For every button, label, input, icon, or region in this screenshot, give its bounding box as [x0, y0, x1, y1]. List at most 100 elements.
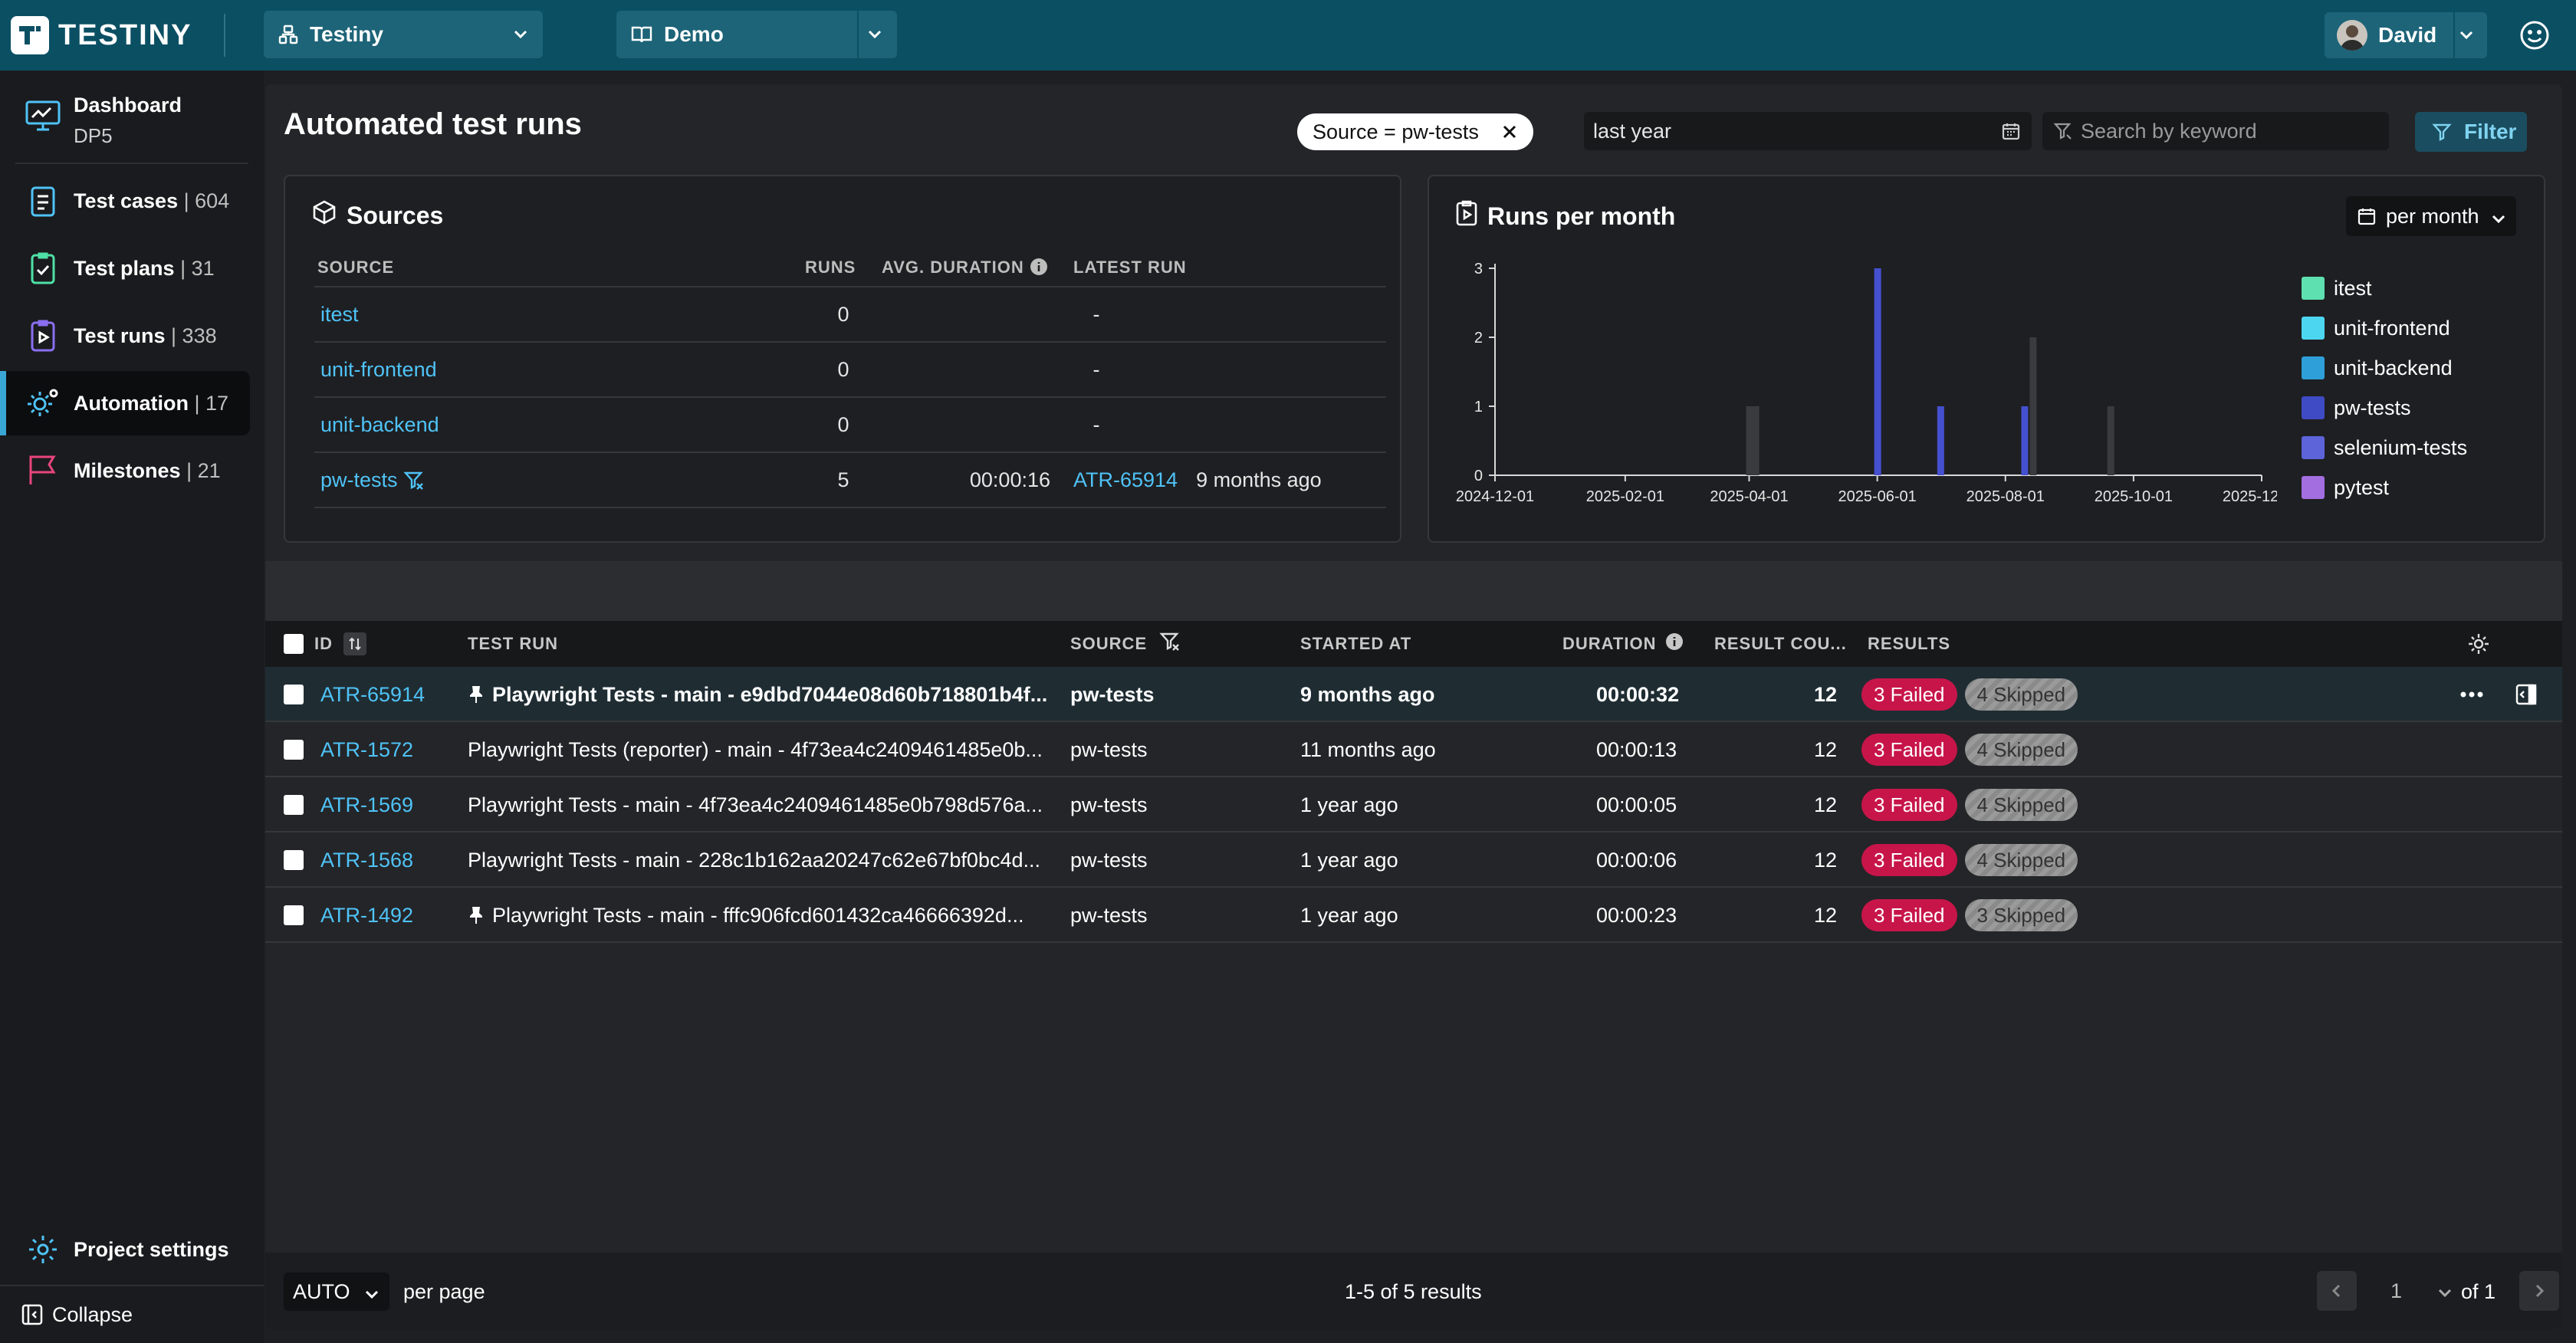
sidebar-item-test-cases[interactable]: Test cases | 604 — [0, 169, 250, 233]
chevron-down-icon — [2490, 209, 2507, 232]
run-id-link[interactable]: ATR-1492 — [320, 888, 413, 943]
run-id-link[interactable]: ATR-1569 — [320, 777, 413, 832]
table-settings-gear-icon[interactable] — [2467, 621, 2490, 667]
failed-badge[interactable]: 3 Failed — [1861, 844, 1957, 876]
logo[interactable]: TESTINY — [11, 15, 192, 55]
skipped-badge[interactable]: 3 Skipped — [1964, 899, 2078, 931]
skipped-badge[interactable]: 4 Skipped — [1964, 789, 2078, 821]
date-range-input[interactable]: last year — [1584, 112, 2032, 150]
source-link[interactable]: unit-frontend — [320, 358, 437, 381]
avatar — [2337, 20, 2367, 51]
chevron-down-icon[interactable] — [2456, 25, 2476, 51]
legend-item[interactable]: itest — [2302, 268, 2467, 308]
run-name[interactable]: Playwright Tests - main - e9dbd7044e08d6… — [492, 683, 1047, 707]
project-selector[interactable]: Demo — [616, 11, 897, 58]
table-row[interactable]: ATR-1568 Playwright Tests - main - 228c1b… — [265, 832, 2562, 888]
column-header-result-count[interactable]: RESULT COU... — [1714, 621, 1847, 667]
table-row[interactable]: ATR-1492 Playwright Tests - main - fffc90… — [265, 888, 2562, 943]
run-duration: 00:00:13 — [1596, 737, 1677, 761]
table-row[interactable]: ATR-1572 Playwright Tests (reporter) - ma… — [265, 722, 2562, 777]
column-header-started-at[interactable]: STARTED AT — [1300, 621, 1411, 667]
sidebar-item-test-runs[interactable]: Test runs | 338 — [0, 304, 250, 368]
runs-table-header: ID TEST RUN SOURCE STARTED AT DURATION R… — [265, 621, 2562, 667]
info-icon[interactable] — [1030, 258, 1048, 277]
next-page-button[interactable] — [2519, 1271, 2559, 1311]
row-checkbox[interactable] — [284, 905, 304, 925]
close-icon[interactable] — [1500, 122, 1520, 147]
failed-badge[interactable]: 3 Failed — [1861, 678, 1957, 711]
period-select[interactable]: per month — [2346, 196, 2516, 236]
column-header-duration[interactable]: DURATION — [1562, 634, 1656, 654]
previous-page-button[interactable] — [2317, 1271, 2357, 1311]
failed-badge[interactable]: 3 Failed — [1861, 734, 1957, 766]
latest-run-link[interactable]: ATR-65914 — [1073, 468, 1178, 492]
section-divider-band — [265, 561, 2562, 621]
row-checkbox[interactable] — [284, 740, 304, 760]
calendar-icon[interactable] — [2001, 121, 2021, 146]
sidebar-item-milestones[interactable]: Milestones | 21 — [0, 438, 250, 503]
legend-swatch — [2302, 277, 2325, 300]
select-all-checkbox[interactable] — [284, 634, 304, 654]
run-duration: 00:00:32 — [1596, 682, 1680, 706]
skipped-badge[interactable]: 4 Skipped — [1964, 734, 2078, 766]
legend-item[interactable]: unit-frontend — [2302, 308, 2467, 348]
testiny-logo-icon — [11, 16, 49, 54]
row-checkbox[interactable] — [284, 795, 304, 815]
column-header-source[interactable]: SOURCE — [1070, 634, 1147, 654]
per-page-select[interactable]: AUTO — [284, 1272, 389, 1311]
skipped-badge[interactable]: 4 Skipped — [1964, 678, 2078, 711]
run-id-link[interactable]: ATR-65914 — [320, 667, 425, 722]
per-page-value: AUTO — [293, 1279, 350, 1303]
user-menu[interactable]: David — [2325, 12, 2487, 58]
chart-bar — [1937, 406, 1944, 475]
sidebar-item-dashboard[interactable]: Dashboard DP5 — [0, 81, 250, 150]
filter-active-icon[interactable] — [403, 468, 425, 491]
table-row[interactable]: ATR-1569 Playwright Tests - main - 4f73ea… — [265, 777, 2562, 832]
filter-chip-source[interactable]: Source = pw-tests — [1297, 113, 1533, 150]
filter-button[interactable]: Filter — [2415, 112, 2527, 152]
legend-item[interactable]: pw-tests — [2302, 388, 2467, 428]
legend-item[interactable]: unit-backend — [2302, 348, 2467, 388]
row-checkbox[interactable] — [284, 685, 304, 704]
run-name[interactable]: Playwright Tests - main - 4f73ea4c240946… — [468, 793, 1043, 817]
sort-icon[interactable] — [343, 632, 366, 655]
y-tick-label: 3 — [1474, 261, 1483, 277]
table-row[interactable]: ATR-65914 Playwright Tests - main - e9dbd… — [265, 667, 2562, 722]
legend-item[interactable]: selenium-tests — [2302, 428, 2467, 468]
results-summary: 1-5 of 5 results — [1345, 1280, 1482, 1303]
collapse-sidebar-button[interactable]: Collapse — [0, 1288, 250, 1341]
source-avg-duration — [882, 397, 1073, 453]
source-link[interactable]: itest — [320, 303, 359, 326]
source-link[interactable]: pw-tests — [320, 468, 398, 491]
latest-run-link: - — [1092, 302, 1100, 326]
column-header-test-run[interactable]: TEST RUN — [468, 621, 558, 667]
legend-item[interactable]: pytest — [2302, 468, 2467, 507]
latest-run-link: - — [1092, 357, 1100, 381]
sidebar-item-test-plans[interactable]: Test plans | 31 — [0, 236, 250, 300]
row-checkbox[interactable] — [284, 850, 304, 870]
column-header-id[interactable]: ID — [314, 634, 333, 654]
run-name[interactable]: Playwright Tests - main - fffc906fcd6014… — [492, 904, 1024, 928]
info-icon[interactable] — [1665, 632, 1684, 655]
run-id-link[interactable]: ATR-1568 — [320, 832, 413, 888]
more-options-icon[interactable] — [2459, 667, 2484, 722]
page-select[interactable]: 1 — [2367, 1271, 2461, 1311]
chart-legend: itest unit-frontend unit-backend pw-tests se… — [2302, 268, 2467, 507]
skipped-badge[interactable]: 4 Skipped — [1964, 844, 2078, 876]
run-name[interactable]: Playwright Tests (reporter) - main - 4f7… — [468, 738, 1043, 762]
failed-badge[interactable]: 3 Failed — [1861, 899, 1957, 931]
x-tick-label: 2025-04-01 — [1710, 488, 1788, 505]
sidebar-item-automation[interactable]: Automation | 17 — [0, 371, 250, 435]
source-link[interactable]: unit-backend — [320, 413, 439, 436]
run-name[interactable]: Playwright Tests - main - 228c1b162aa202… — [468, 849, 1040, 872]
project-settings-button[interactable]: Project settings — [0, 1217, 250, 1282]
open-side-panel-icon[interactable] — [2515, 667, 2538, 722]
failed-badge[interactable]: 3 Failed — [1861, 789, 1957, 821]
run-id-link[interactable]: ATR-1572 — [320, 722, 413, 777]
legend-swatch — [2302, 396, 2325, 419]
org-selector[interactable]: Testiny — [264, 11, 543, 58]
feedback-smiley-icon[interactable] — [2518, 18, 2551, 52]
column-header-results[interactable]: RESULTS — [1868, 621, 1950, 667]
search-input[interactable]: Search by keyword — [2042, 112, 2389, 150]
column-filter-active-icon[interactable] — [1159, 631, 1181, 657]
